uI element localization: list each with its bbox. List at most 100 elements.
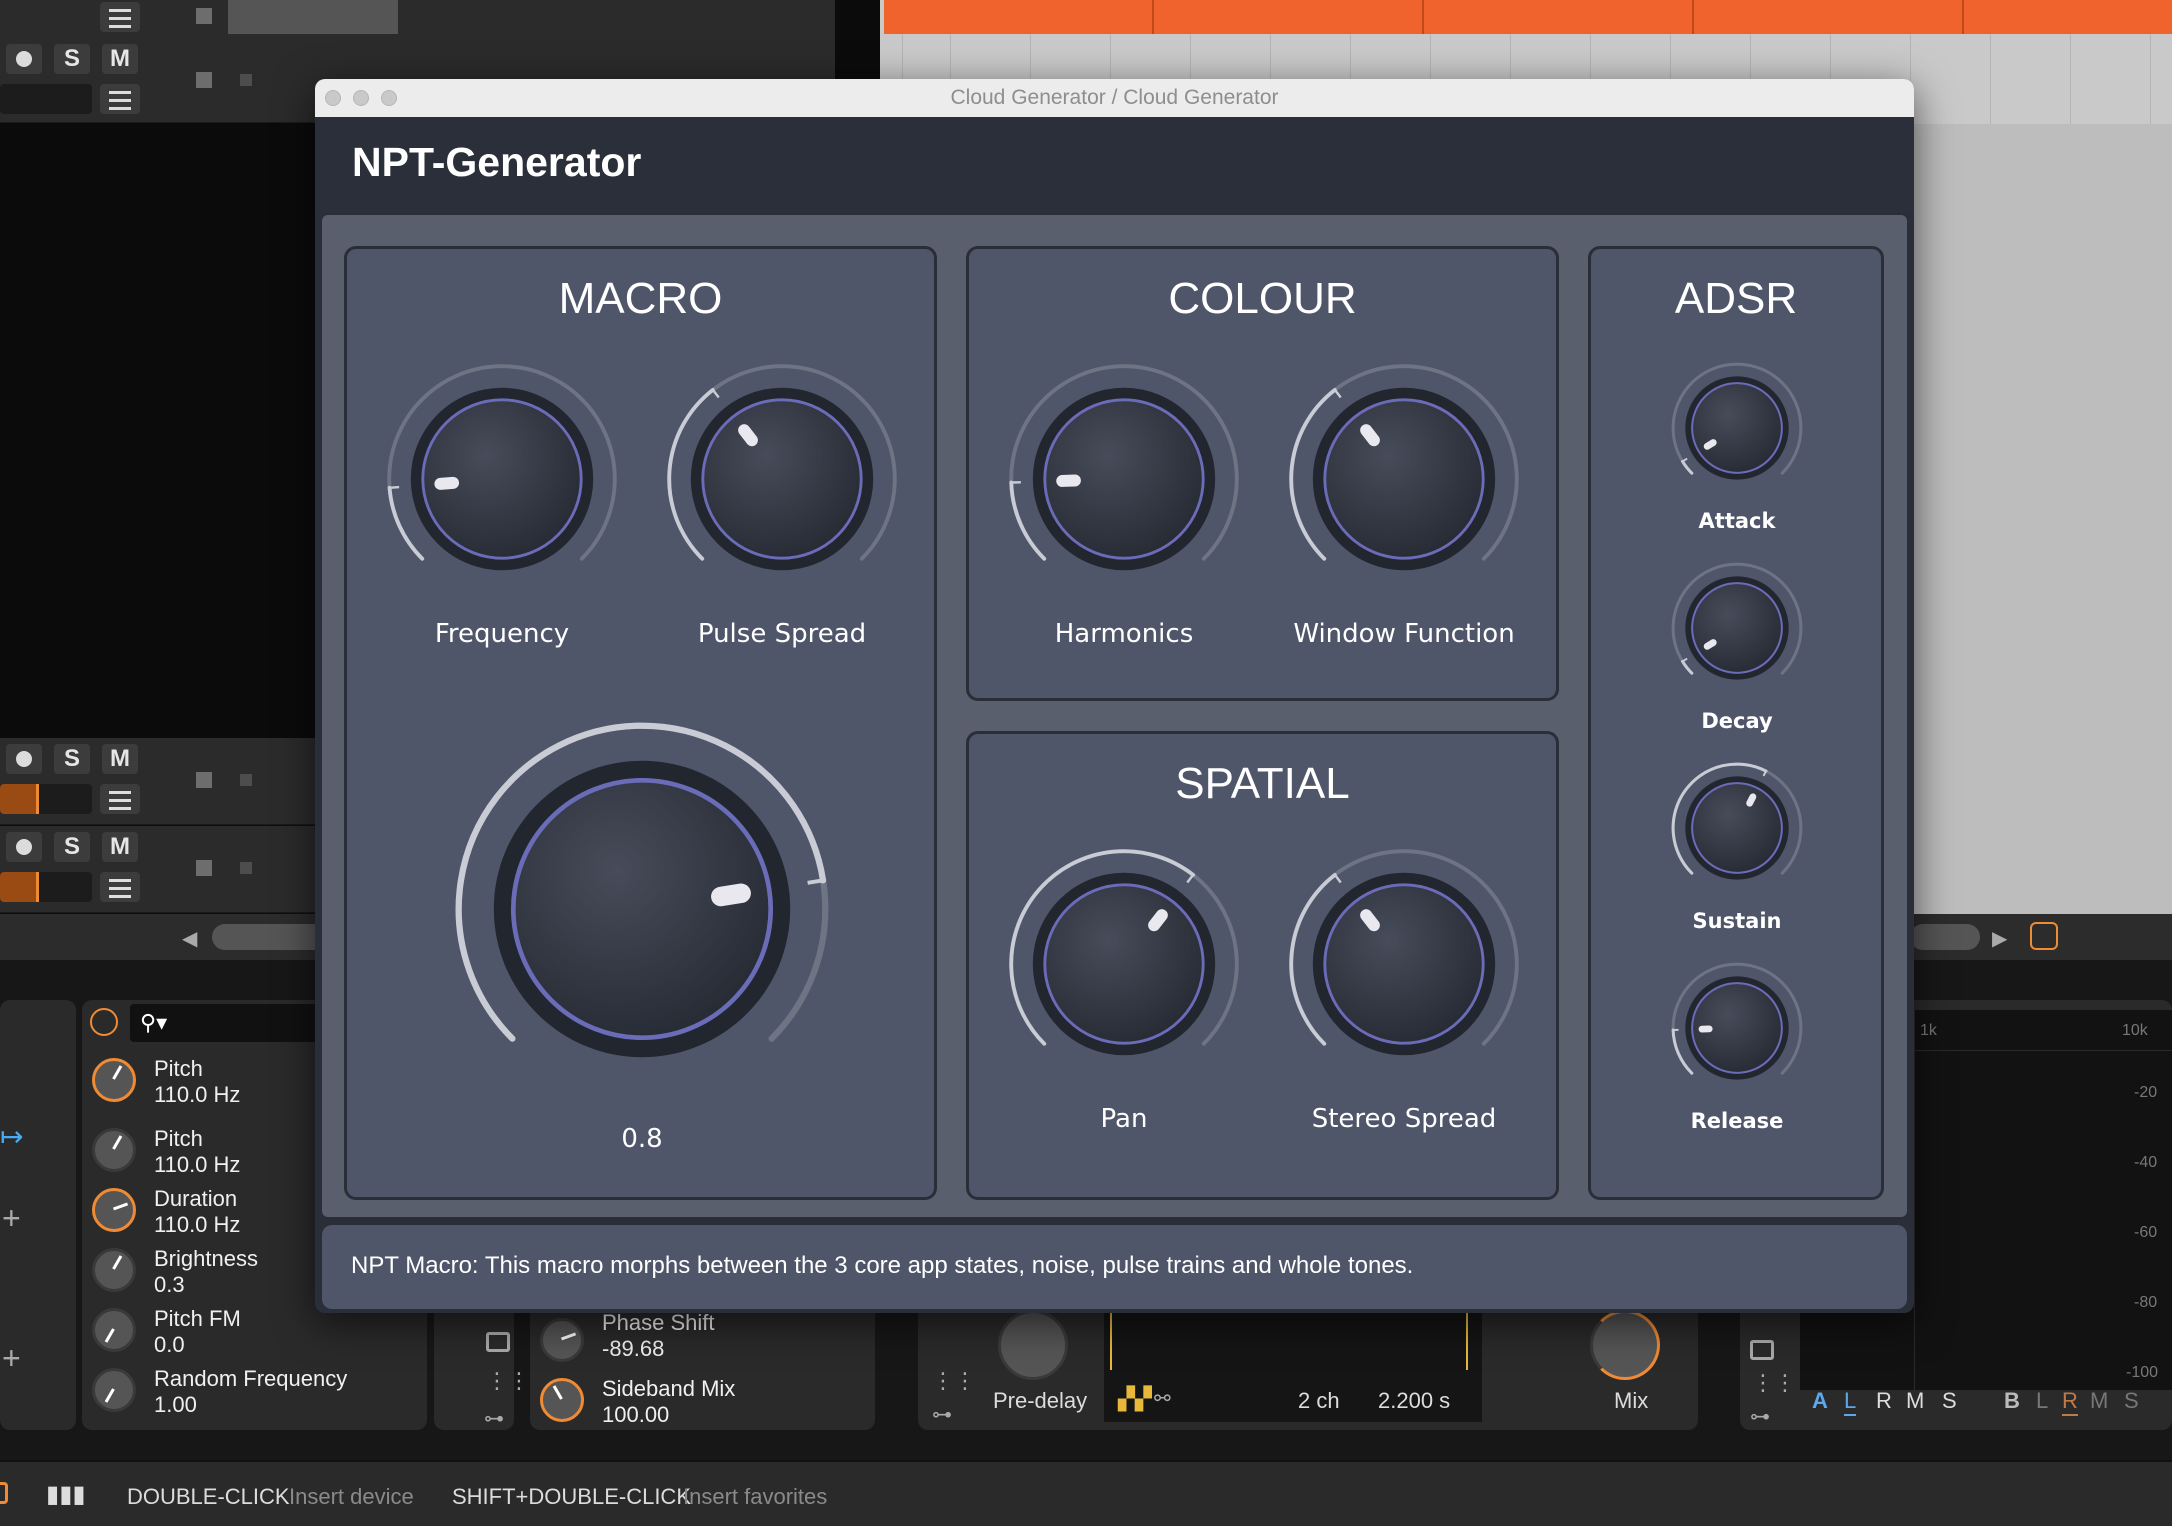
clip[interactable] (1694, 0, 1964, 34)
channel-r-button[interactable]: R (1876, 1388, 1892, 1414)
channel-s-button[interactable]: S (2124, 1388, 2139, 1414)
clip[interactable] (1964, 0, 2172, 34)
knob-value-arc (1682, 461, 1691, 473)
grip-icon[interactable]: ⋮⋮ (1752, 1370, 1796, 1396)
marker-icon[interactable]: ▞▞ (1118, 1386, 1152, 1412)
track-stop-button[interactable] (196, 8, 212, 24)
record-arm-button[interactable] (6, 832, 42, 862)
param-value: 110.0 Hz (154, 1212, 240, 1238)
window-icon[interactable] (486, 1332, 510, 1352)
param-knob[interactable] (92, 1058, 136, 1102)
routing-icon[interactable]: ⊶ (932, 1402, 952, 1427)
param-row[interactable]: Random Frequency 1.00 (82, 1360, 422, 1418)
channel-l-button[interactable]: L (2036, 1388, 2048, 1414)
param-knob[interactable] (92, 1248, 136, 1292)
grip-icon[interactable]: ⋮⋮ (932, 1368, 976, 1394)
add-icon[interactable]: + (2, 1340, 21, 1377)
param-knob[interactable] (92, 1308, 136, 1352)
routing-icon[interactable]: ⊶ (1750, 1404, 1770, 1429)
mute-button[interactable]: M (102, 744, 138, 774)
param-name: Pitch FM (154, 1306, 241, 1332)
channel-s-button[interactable]: S (1942, 1388, 1957, 1414)
clip[interactable] (1424, 0, 1694, 34)
record-arm-button[interactable] (6, 44, 42, 74)
channel-m-button[interactable]: M (1906, 1388, 1924, 1414)
channel-a-button[interactable]: A (1812, 1388, 1828, 1414)
pulse-spread-knob[interactable] (662, 359, 902, 599)
track-slot-button[interactable] (240, 74, 252, 86)
pan-label: Pan (1101, 1104, 1148, 1134)
scroll-thumb[interactable] (1910, 924, 1980, 950)
predelay-knob[interactable] (998, 1310, 1068, 1380)
clip[interactable] (884, 0, 1154, 34)
plugin-header: NPT-Generator (315, 117, 1914, 213)
spatial-title: SPATIAL (969, 759, 1556, 809)
sustain-knob[interactable] (1669, 760, 1805, 896)
channel-b-button[interactable]: B (2004, 1388, 2020, 1414)
clip[interactable] (1154, 0, 1424, 34)
mix-knob[interactable] (1590, 1310, 1660, 1380)
solo-button[interactable]: S (54, 744, 90, 774)
window-titlebar[interactable]: Cloud Generator / Cloud Generator (315, 79, 1914, 118)
param-value: 0.3 (154, 1272, 185, 1298)
device-power-icon[interactable] (90, 1008, 118, 1036)
mute-button[interactable]: M (102, 832, 138, 862)
attack-label: Attack (1699, 509, 1776, 533)
pan-knob[interactable] (1004, 844, 1244, 1084)
window-function-knob[interactable] (1284, 359, 1524, 599)
track-stop-button[interactable] (196, 72, 212, 88)
track-stop-button[interactable] (196, 860, 212, 876)
track-slot[interactable] (228, 0, 398, 34)
track-slot-button[interactable] (240, 774, 252, 786)
param-knob[interactable] (540, 1318, 584, 1362)
window-icon[interactable] (1750, 1340, 1774, 1360)
harmonics-knob[interactable] (1004, 359, 1244, 599)
param-row[interactable]: Sideband Mix 100.00 (530, 1370, 870, 1428)
track-menu-button[interactable] (100, 84, 140, 114)
attack-knob[interactable] (1669, 360, 1805, 496)
scroll-left-icon[interactable]: ◀ (182, 926, 197, 951)
npt-macro-value: 0.8 (621, 1124, 662, 1154)
knob-pointer (1750, 797, 1753, 803)
knob-body (1325, 885, 1483, 1043)
knob-body (703, 400, 861, 558)
channel-r-button[interactable]: R (2062, 1388, 2078, 1416)
track-menu-button[interactable] (100, 784, 140, 814)
mixer-icon[interactable]: ▮▮▮ (46, 1480, 86, 1509)
npt-macro-knob[interactable] (447, 714, 837, 1104)
param-knob[interactable] (92, 1128, 136, 1172)
scroll-thumb[interactable] (212, 924, 332, 950)
scroll-right-icon[interactable]: ▶ (1992, 926, 2007, 951)
knob-tick (1682, 459, 1687, 462)
harmonics-label: Harmonics (1055, 619, 1194, 649)
macro-panel: MACRO Frequency Pulse Spread 0.8 (344, 246, 937, 1200)
channel-l-button[interactable]: L (1844, 1388, 1856, 1416)
knob-pointer (744, 430, 752, 440)
solo-button[interactable]: S (54, 832, 90, 862)
release-knob[interactable] (1669, 960, 1805, 1096)
grip-icon[interactable]: ⋮⋮ (486, 1368, 530, 1394)
panel-toggle-icon[interactable] (0, 1482, 8, 1504)
track-stop-button[interactable] (196, 772, 212, 788)
follow-icon[interactable] (2030, 922, 2058, 950)
param-knob[interactable] (92, 1368, 136, 1412)
track-slot-button[interactable] (240, 862, 252, 874)
stereo-spread-knob[interactable] (1284, 844, 1524, 1084)
routing-icon[interactable]: ⊶ (484, 1406, 504, 1431)
solo-button[interactable]: S (54, 44, 90, 74)
channel-m-button[interactable]: M (2090, 1388, 2108, 1414)
input-arrow-icon: ↦ (0, 1120, 23, 1153)
track-menu-button[interactable] (100, 872, 140, 902)
param-row[interactable]: Phase Shift -89.68 (530, 1310, 870, 1368)
mute-button[interactable]: M (102, 44, 138, 74)
knob-pointer (1707, 643, 1713, 647)
param-knob[interactable] (540, 1378, 584, 1422)
spatial-panel: SPATIAL Pan Stereo Spread (966, 731, 1559, 1200)
decay-knob[interactable] (1669, 560, 1805, 696)
track-menu-button[interactable] (100, 2, 140, 32)
record-arm-button[interactable] (6, 744, 42, 774)
link-icon[interactable]: ⚯ (1154, 1386, 1171, 1411)
frequency-knob[interactable] (382, 359, 622, 599)
add-icon[interactable]: + (2, 1200, 21, 1237)
param-knob[interactable] (92, 1188, 136, 1232)
